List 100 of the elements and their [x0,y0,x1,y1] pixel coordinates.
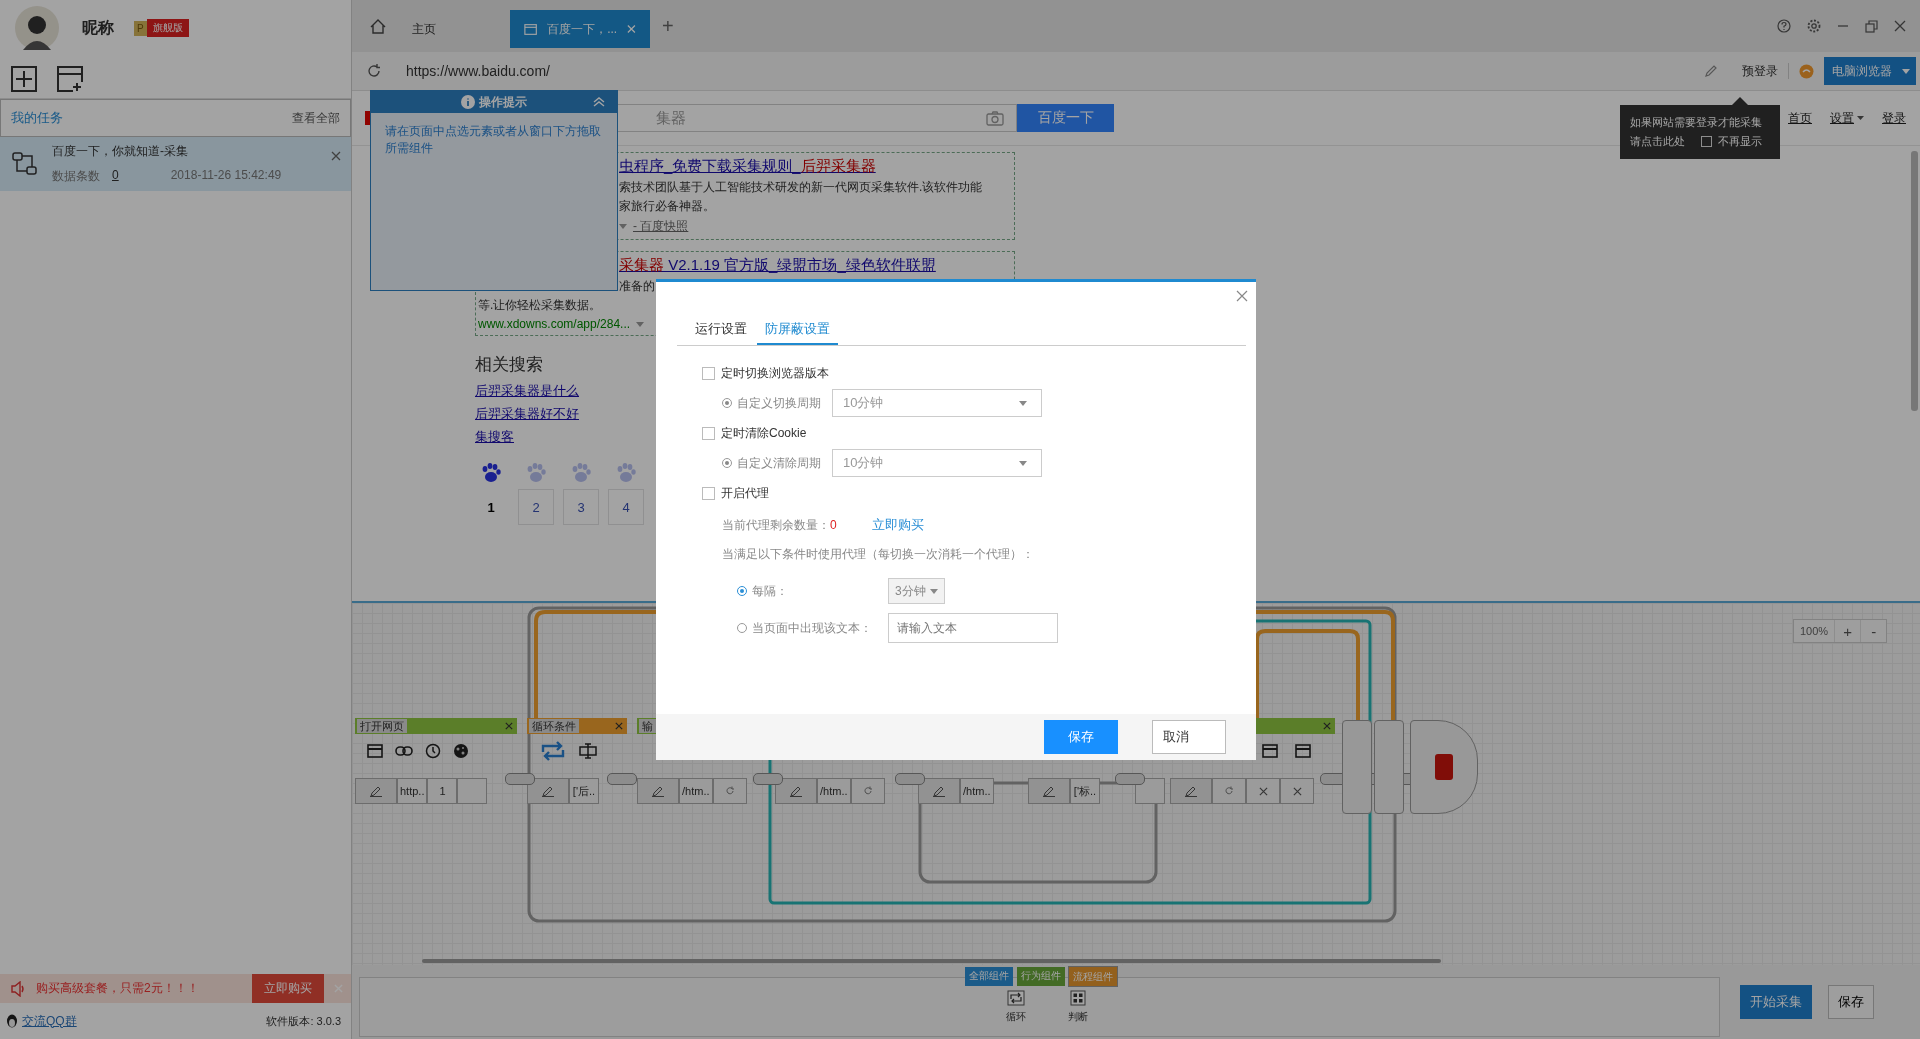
parameter-cell[interactable]: /htm.. [679,778,713,804]
pencil-icon[interactable] [1704,64,1718,78]
close-icon[interactable] [1894,20,1906,32]
add-icon[interactable] [11,66,37,92]
restore-icon[interactable] [1865,19,1878,33]
text-field-icon[interactable] [579,743,597,759]
browser-tab[interactable]: 百度一下，... [510,10,650,48]
edit-button[interactable] [637,778,679,804]
link-icon[interactable] [395,746,413,756]
close-icon[interactable] [1323,722,1331,730]
checkbox[interactable] [1701,136,1712,147]
checkbox[interactable] [702,366,715,380]
checkbox[interactable] [702,486,715,500]
page-link[interactable]: 3 [563,489,599,525]
pencil-icon [651,785,665,797]
checkbox[interactable] [702,426,715,440]
grid-icon [1070,990,1086,1006]
related-link[interactable]: 集搜客 [475,428,514,446]
new-tab-button[interactable]: + [662,14,674,38]
close-icon[interactable] [615,722,623,730]
node-header[interactable]: 循环条件 [527,718,627,734]
save-button[interactable]: 保存 [1828,985,1874,1019]
close-icon[interactable] [505,722,513,730]
refresh-cell[interactable] [850,778,885,804]
text-input[interactable]: 请输入文本 [888,613,1058,643]
window-icon[interactable] [367,744,383,758]
loop-icon[interactable] [539,740,567,762]
scrollbar[interactable] [422,959,1441,963]
save-button[interactable]: 保存 [1044,720,1118,754]
empty-cell[interactable] [1135,778,1165,804]
pre-login-link[interactable]: 预登录 [1742,62,1778,80]
nav-link[interactable]: 登录 [1882,109,1906,127]
click-here-link[interactable]: 请点击此处 [1630,134,1685,149]
page-link[interactable]: 1 [473,489,509,525]
buy-button[interactable]: 立即购买 [252,974,324,1003]
edit-button[interactable] [918,778,960,804]
refresh-cell[interactable] [712,778,747,804]
close-icon[interactable] [331,151,341,161]
edit-button[interactable] [775,778,817,804]
home-icon[interactable] [370,18,386,34]
caret-icon[interactable] [636,321,645,327]
collapse-icon[interactable] [593,97,605,107]
qq-group-link[interactable]: 交流QQ群 [22,1012,77,1030]
view-all-link[interactable]: 查看全部 [292,109,340,127]
caret-icon [929,588,938,594]
parameter-cell[interactable]: /htm.. [960,778,994,804]
parameter-cell[interactable]: http.. [397,778,428,804]
settings-icon[interactable] [1807,19,1821,33]
paw-icon [480,463,502,483]
start-button[interactable]: 开始采集 [1740,985,1812,1019]
parameter-cell[interactable]: 1 [427,778,458,804]
window-icon[interactable] [1262,744,1278,758]
edit-button[interactable] [1028,778,1070,804]
dialog-tab[interactable]: 运行设置 [695,320,755,345]
component-item[interactable]: 判断 [1068,990,1088,1024]
edit-button[interactable] [527,778,569,804]
page-link[interactable]: 4 [608,489,644,525]
window-icon[interactable] [1295,744,1311,758]
edit-button[interactable] [355,778,397,804]
badge-icon[interactable] [1799,63,1814,79]
node-connector [895,773,925,785]
parameter-cell[interactable]: ['后.. [569,778,599,804]
count-link[interactable]: 0 [112,168,119,185]
help-icon[interactable] [1777,19,1791,33]
remove-cell[interactable] [1280,778,1314,804]
component-item[interactable]: 循环 [1006,990,1026,1024]
avatar-icon[interactable] [15,6,59,50]
camera-icon[interactable] [986,110,1004,126]
parameter-cell[interactable]: ['标.. [1070,778,1100,804]
component-tab[interactable]: 全部组件 [965,967,1013,986]
related-link[interactable]: 后羿采集器好不好 [475,405,579,423]
buy-link[interactable]: 立即购买 [872,516,924,534]
add-panel-icon[interactable] [57,66,83,92]
tooltip-text: 如果网站需要登录才能采集 [1630,115,1763,130]
refresh-cell[interactable] [1212,778,1246,804]
interval-select[interactable]: 3分钟 [888,578,945,604]
edit-button[interactable] [1170,778,1212,804]
browser-mode-button[interactable]: 电脑浏览器 [1824,57,1916,85]
task-item[interactable]: 百度一下，你就知道-采集 数据条数 0 2018-11-26 15:42:49 [0,137,351,191]
caret-icon[interactable] [619,224,627,229]
refresh-icon[interactable] [366,63,382,79]
related-link[interactable]: 后羿采集器是什么 [475,382,579,400]
dialog-tab[interactable]: 防屏蔽设置 [757,320,838,345]
remove-cell[interactable] [1246,778,1280,804]
url-field[interactable]: https://www.baidu.com/ [406,63,1694,79]
cancel-button[interactable]: 取消 [1152,720,1226,754]
close-icon[interactable] [1236,290,1248,302]
browser-tab[interactable]: 主页 [398,10,510,48]
node-header[interactable]: 打开网页 [355,718,517,734]
info-icon [461,95,475,109]
nav-link[interactable]: 设置 [1830,109,1864,127]
scrollbar[interactable] [1911,151,1918,411]
end-node[interactable] [1410,720,1478,814]
snapshot-link[interactable]: - 百度快照 [633,218,689,235]
nav-link[interactable]: 首页 [1788,109,1812,127]
cookie-icon[interactable] [453,743,469,759]
clock-icon[interactable] [425,743,441,759]
parameter-cell[interactable]: /htm.. [817,778,851,804]
page-link[interactable]: 2 [518,489,554,525]
search-button[interactable]: 百度一下 [1017,104,1114,132]
